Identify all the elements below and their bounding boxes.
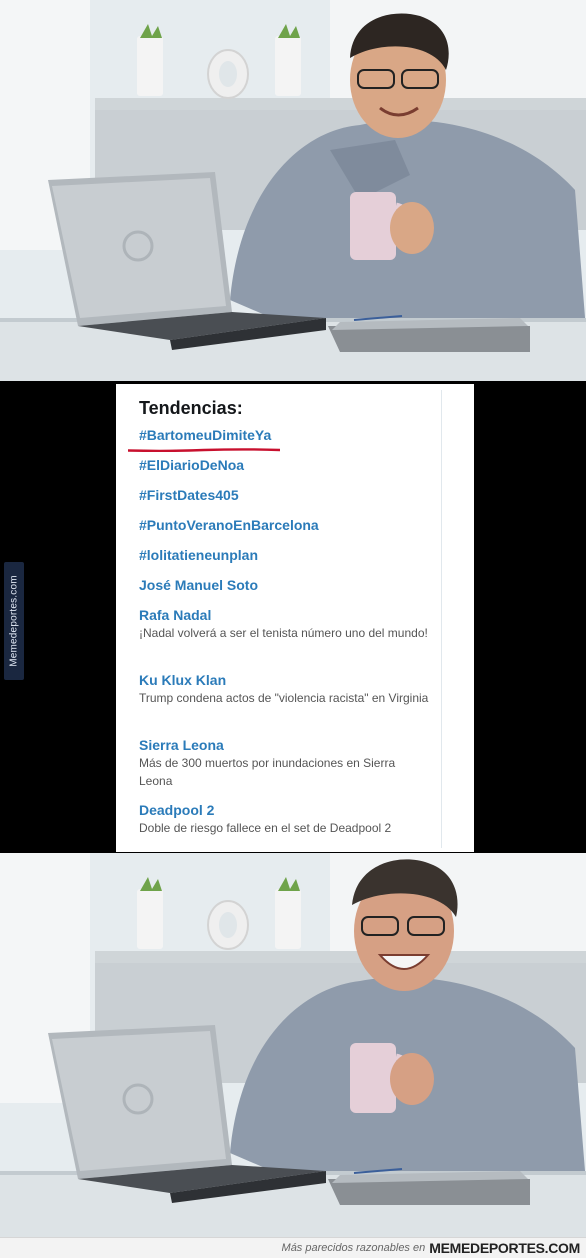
trend-item[interactable]: Rafa Nadal ¡Nadal volverá a ser el tenis… [139, 606, 452, 671]
trend-description: ¡Nadal volverá a ser el tenista número u… [139, 626, 428, 640]
trend-name[interactable]: #ElDiarioDeNoa [139, 456, 452, 474]
trend-name[interactable]: #PuntoVeranoEnBarcelona [139, 516, 452, 534]
trend-name[interactable]: Rafa Nadal [139, 606, 452, 624]
trend-item[interactable]: #FirstDates405 [139, 486, 452, 516]
bottom-meme-photo [0, 853, 586, 1237]
footer-brand-link[interactable]: MEMEDEPORTES.COM [429, 1240, 580, 1256]
trends-divider [441, 390, 442, 848]
trend-name[interactable]: Ku Klux Klan [139, 671, 452, 689]
side-watermark-text: Memedeportes.com [8, 575, 20, 667]
trend-item[interactable]: #lolitatieneunplan [139, 546, 452, 576]
footer-tagline: Más parecidos razonables en [281, 1242, 426, 1254]
trend-name[interactable]: #BartomeuDimiteYa [139, 426, 452, 444]
trends-title: Tendencias: [139, 398, 243, 418]
side-watermark: Memedeportes.com [4, 562, 24, 680]
trend-item[interactable]: José Manuel Soto [139, 576, 452, 606]
trend-name[interactable]: #lolitatieneunplan [139, 546, 452, 564]
trend-name[interactable]: #FirstDates405 [139, 486, 452, 504]
trend-item[interactable]: #PuntoVeranoEnBarcelona [139, 516, 452, 546]
trend-name[interactable]: Deadpool 2 [139, 801, 452, 819]
top-meme-photo [0, 0, 586, 381]
trend-item[interactable]: #ElDiarioDeNoa [139, 456, 452, 486]
trend-description: Más de 300 muertos por inundaciones en S… [139, 756, 396, 788]
trends-panel: Tendencias: #BartomeuDimiteYa #ElDiarioD… [116, 384, 474, 852]
trend-name[interactable]: Sierra Leona [139, 736, 452, 754]
highlight-underline [128, 448, 280, 452]
trend-item[interactable]: Sierra Leona Más de 300 muertos por inun… [139, 736, 452, 801]
trend-item[interactable]: Ku Klux Klan Trump condena actos de "vio… [139, 671, 452, 736]
footer-bar: Más parecidos razonables en MEMEDEPORTES… [0, 1237, 586, 1258]
trend-item[interactable]: Deadpool 2 Doble de riesgo fallece en el… [139, 801, 452, 841]
trend-name[interactable]: José Manuel Soto [139, 576, 452, 594]
trend-description: Doble de riesgo fallece en el set de Dea… [139, 821, 392, 835]
trend-description: Trump condena actos de "violencia racist… [139, 691, 429, 705]
